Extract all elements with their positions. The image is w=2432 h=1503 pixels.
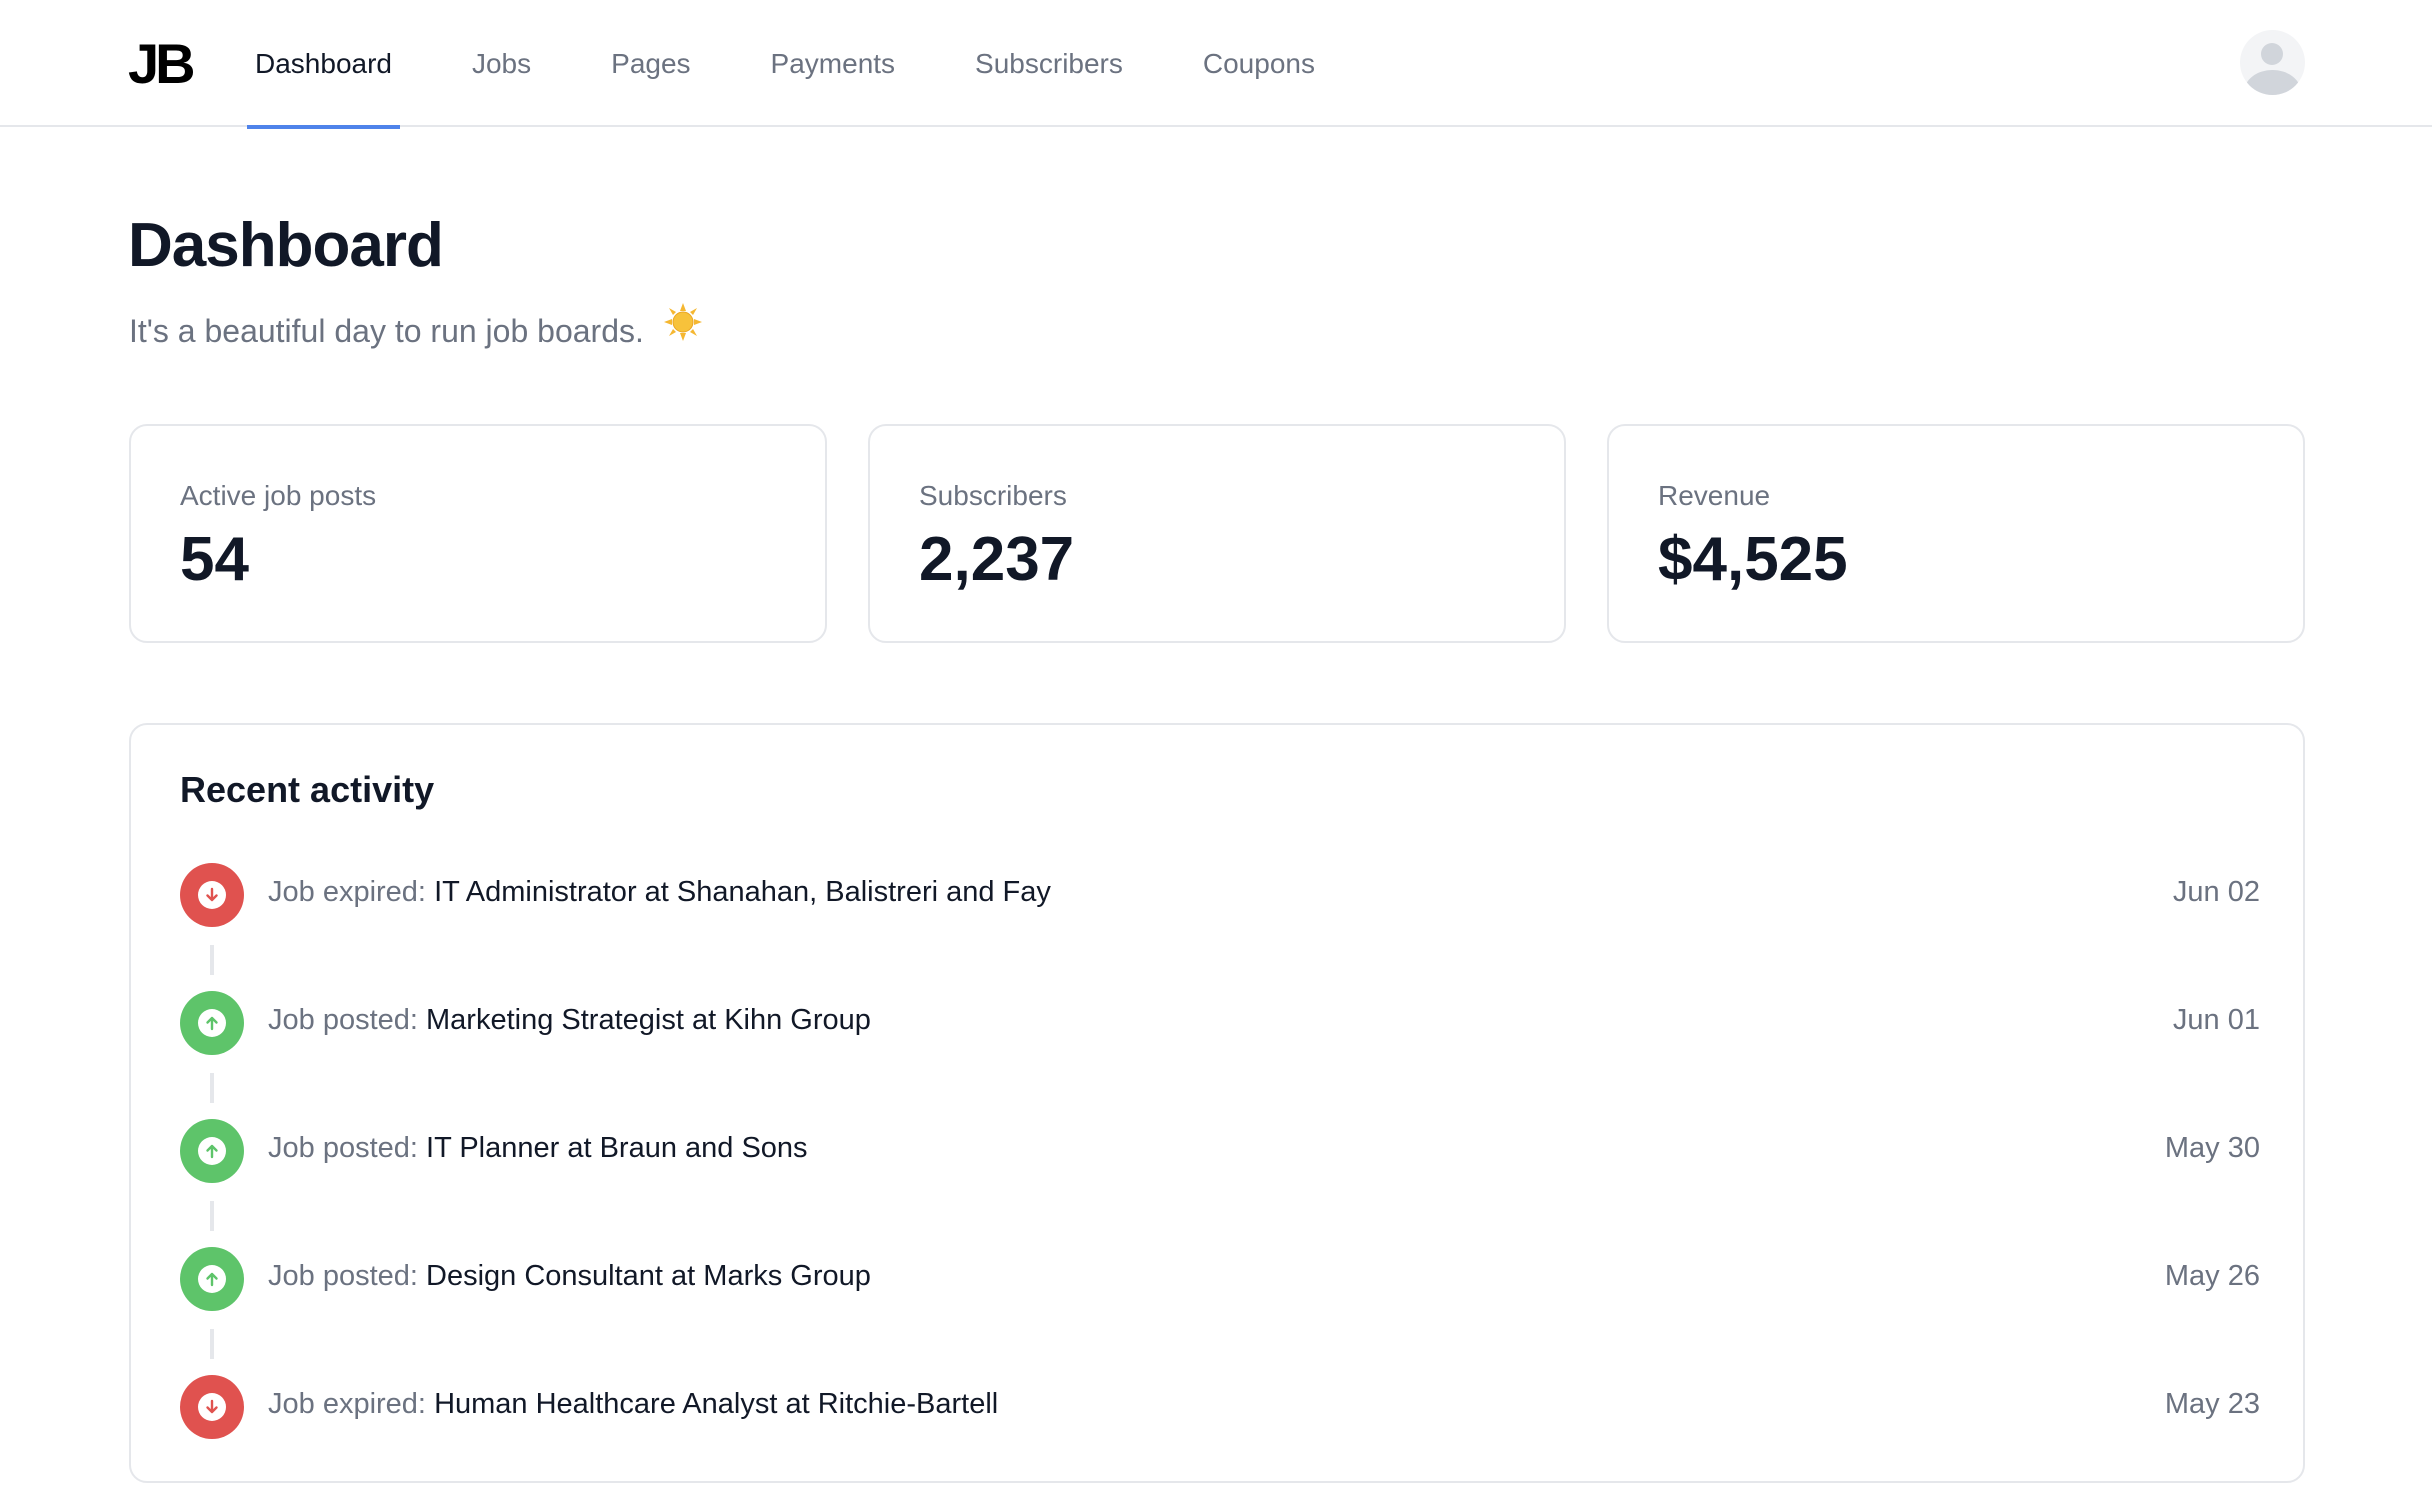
activity-date: Jun 01 — [2172, 1004, 2260, 1036]
arrow-up-icon — [198, 1265, 226, 1293]
arrow-up-icon — [198, 1137, 226, 1165]
activity-type: Job posted: — [268, 1132, 418, 1164]
job-expired-badge — [180, 863, 244, 927]
activity-item[interactable]: Job posted: Design Consultant at Marks G… — [180, 1247, 2260, 1375]
job-posted-badge — [180, 1247, 244, 1311]
timeline-connector — [210, 1201, 214, 1231]
activity-type: Job expired: — [268, 876, 426, 908]
activity-text: Job expired: Human Healthcare Analyst at… — [268, 1388, 998, 1421]
nav-tab-payments[interactable]: Payments — [763, 0, 904, 127]
activity-text: Job expired: IT Administrator at Shanaha… — [268, 876, 1051, 909]
user-avatar-button[interactable] — [2240, 30, 2305, 95]
activity-item[interactable]: Job expired: Human Healthcare Analyst at… — [180, 1375, 2260, 1503]
nav-tab-jobs[interactable]: Jobs — [464, 0, 539, 127]
recent-activity-card: Recent activity Job expired: IT Administ… — [129, 723, 2305, 1483]
activity-text: Job posted: Marketing Strategist at Kihn… — [268, 1004, 871, 1037]
nav-tab-coupons[interactable]: Coupons — [1195, 0, 1323, 127]
stat-label: Active job posts — [180, 480, 377, 511]
stat-card-active-job-posts: Active job posts 54 — [129, 424, 827, 643]
stat-card-subscribers: Subscribers 2,237 — [868, 424, 1566, 643]
timeline-connector — [210, 1329, 214, 1359]
logo[interactable]: JB — [128, 36, 196, 92]
activity-detail[interactable]: IT Planner at Braun and Sons — [426, 1132, 808, 1164]
page-subtitle: It's a beautiful day to run job boards. — [129, 302, 703, 350]
nav-tabs: Dashboard Jobs Pages Payments Subscriber… — [247, 0, 1387, 129]
nav-tab-dashboard[interactable]: Dashboard — [247, 0, 400, 129]
arrow-down-icon — [198, 881, 226, 909]
activity-detail[interactable]: Human Healthcare Analyst at Ritchie-Bart… — [434, 1388, 998, 1420]
stat-value: $4,525 — [1658, 525, 1848, 594]
stat-label: Revenue — [1658, 480, 1771, 511]
activity-item[interactable]: Job expired: IT Administrator at Shanaha… — [180, 863, 2260, 991]
activity-type: Job expired: — [268, 1388, 426, 1420]
stat-label: Subscribers — [919, 480, 1067, 511]
activity-item[interactable]: Job posted: Marketing Strategist at Kihn… — [180, 991, 2260, 1119]
job-posted-badge — [180, 1119, 244, 1183]
activity-detail[interactable]: Design Consultant at Marks Group — [426, 1260, 871, 1292]
timeline-connector — [210, 945, 214, 975]
stats-row: Active job posts 54 Subscribers 2,237 Re… — [129, 424, 2305, 643]
activity-date: May 30 — [2164, 1132, 2260, 1164]
activity-date: May 26 — [2164, 1260, 2260, 1292]
stat-value: 2,237 — [919, 525, 1075, 594]
nav-tab-subscribers[interactable]: Subscribers — [967, 0, 1131, 127]
timeline-connector — [210, 1073, 214, 1103]
nav-tab-pages[interactable]: Pages — [603, 0, 698, 127]
stat-card-revenue: Revenue $4,525 — [1607, 424, 2305, 643]
recent-activity-title: Recent activity — [180, 769, 435, 810]
activity-date: Jun 02 — [2172, 876, 2260, 908]
arrow-up-icon — [198, 1009, 226, 1037]
activity-text: Job posted: IT Planner at Braun and Sons — [268, 1132, 808, 1165]
activity-detail[interactable]: IT Administrator at Shanahan, Balistreri… — [434, 876, 1051, 908]
page-title: Dashboard — [128, 211, 444, 280]
activity-item[interactable]: Job posted: IT Planner at Braun and Sons… — [180, 1119, 2260, 1247]
activity-type: Job posted: — [268, 1260, 418, 1292]
activity-list: Job expired: IT Administrator at Shanaha… — [180, 863, 2260, 1503]
top-navigation: JB Dashboard Jobs Pages Payments Subscri… — [0, 0, 2432, 129]
activity-date: May 23 — [2164, 1388, 2260, 1420]
job-posted-badge — [180, 991, 244, 1055]
arrow-down-icon — [198, 1393, 226, 1421]
activity-text: Job posted: Design Consultant at Marks G… — [268, 1260, 871, 1293]
stat-value: 54 — [180, 525, 249, 594]
sun-icon — [663, 302, 703, 350]
activity-detail[interactable]: Marketing Strategist at Kihn Group — [426, 1004, 871, 1036]
subtitle-text: It's a beautiful day to run job boards. — [129, 313, 644, 349]
activity-type: Job posted: — [268, 1004, 418, 1036]
job-expired-badge — [180, 1375, 244, 1439]
